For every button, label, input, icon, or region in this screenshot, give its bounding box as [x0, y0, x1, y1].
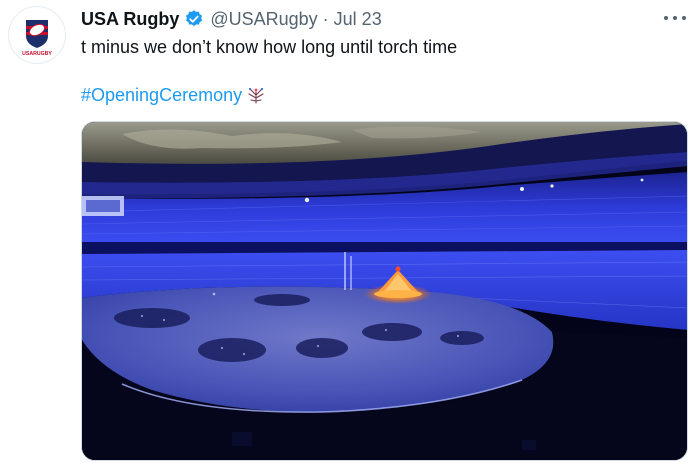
- tweet-date[interactable]: Jul 23: [334, 9, 382, 30]
- tweet-media-photo[interactable]: [81, 121, 688, 461]
- verified-badge-icon: [184, 9, 204, 29]
- avatar-logo-text: USARUGBY: [22, 51, 52, 57]
- tweet-header: USA Rugby @USARugby · Jul 23: [81, 7, 382, 31]
- tweet: USARUGBY USA Rugby @USARugby · Jul 23 t …: [0, 0, 700, 470]
- more-options-icon[interactable]: [664, 8, 686, 28]
- avatar[interactable]: USARUGBY: [8, 6, 66, 64]
- more-dot: [682, 16, 686, 20]
- tweet-text: t minus we don’t know how long until tor…: [81, 37, 458, 57]
- more-dot: [664, 16, 668, 20]
- more-dot: [673, 16, 677, 20]
- hashtag-row: #OpeningCeremony: [81, 84, 266, 106]
- display-name[interactable]: USA Rugby: [81, 9, 179, 30]
- hashtag-link[interactable]: #OpeningCeremony: [81, 84, 242, 106]
- olympic-torch-emoji-icon: [246, 85, 266, 105]
- usa-rugby-logo-icon: USARUGBY: [22, 20, 52, 57]
- separator-dot: ·: [322, 8, 329, 29]
- handle[interactable]: @USARugby: [210, 9, 317, 30]
- stadium-photo: [82, 122, 687, 460]
